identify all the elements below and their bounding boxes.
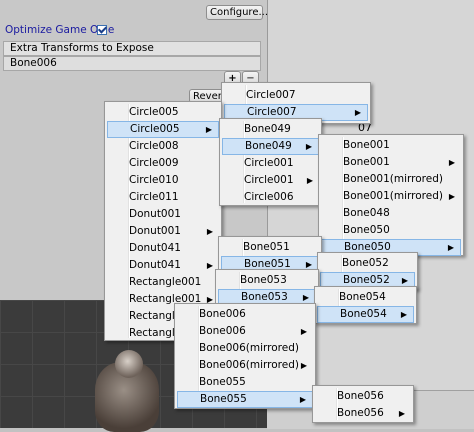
menu-item-bone006-mirrored-sub[interactable]: Bone006(mirrored) ▶ [177, 357, 313, 374]
context-menu-10: Bone056 Bone056 ▶ [312, 385, 414, 423]
optimize-checkbox[interactable] [97, 25, 107, 35]
character-head [115, 350, 143, 378]
submenu-arrow-icon: ▶ [300, 361, 307, 370]
menu-item-donut041[interactable]: Donut041 [107, 240, 219, 257]
menu-item-donut041-sub[interactable]: Donut041 ▶ [107, 257, 219, 274]
menu-item-bone055[interactable]: Bone055 [177, 374, 313, 391]
submenu-arrow-icon: ▶ [306, 176, 313, 185]
menu-item-bone001-sub[interactable]: Bone001 ▶ [321, 154, 461, 171]
context-menu-8: Bone054 Bone054 ▶ [314, 286, 417, 324]
menu-item-bone054-sub[interactable]: Bone054 ▶ [317, 306, 414, 323]
menu-item-circle005[interactable]: Circle005 [107, 104, 219, 121]
menu-item-bone006[interactable]: Bone006 [177, 306, 313, 323]
menu-item-bone053[interactable]: Bone053 [218, 272, 316, 289]
menu-item-circle001-sub[interactable]: Circle001 ▶ [222, 172, 319, 189]
context-menu-3: Bone049 Bone049 ▶ Circle001 Circle001 ▶ Ci… [219, 118, 322, 206]
menu-item-circle009[interactable]: Circle009 [107, 155, 219, 172]
menu-item-bone051[interactable]: Bone051 [221, 239, 319, 256]
menu-item-bone056-sub[interactable]: Bone056 ▶ [315, 405, 411, 422]
menu-item-bone052[interactable]: Bone052 [320, 255, 415, 272]
menu-item-circle006[interactable]: Circle006 [222, 189, 319, 206]
menu-item-circle008[interactable]: Circle008 [107, 138, 219, 155]
extra-transforms-item[interactable]: Bone006 [3, 56, 261, 71]
menu-item-bone054[interactable]: Bone054 [317, 289, 414, 306]
menu-item-circle011[interactable]: Circle011 [107, 189, 219, 206]
submenu-arrow-icon: ▶ [305, 142, 312, 151]
menu-item-bone001-mirrored-sub[interactable]: Bone001(mirrored) ▶ [321, 188, 461, 205]
context-menu-7: Bone053 Bone053 ▶ [215, 269, 319, 307]
submenu-arrow-icon: ▶ [448, 158, 455, 167]
menu-item-bone001[interactable]: Bone001 [321, 137, 461, 154]
submenu-arrow-icon: ▶ [206, 261, 213, 270]
menu-item-bone049[interactable]: Bone049 [222, 121, 319, 138]
context-menu-6: Bone052 Bone052 ▶ [317, 252, 418, 290]
menu-item-bone048[interactable]: Bone048 [321, 205, 461, 222]
submenu-arrow-icon: ▶ [206, 227, 213, 236]
configure-button[interactable]: Configure... [206, 5, 268, 20]
menu-item-bone001-mirrored[interactable]: Bone001(mirrored) [321, 171, 461, 188]
menu-item-bone050[interactable]: Bone050 [321, 222, 461, 239]
menu-item-bone049-sub[interactable]: Bone049 ▶ [222, 138, 319, 155]
menu-item-bone055-sub[interactable]: Bone055 ▶ [177, 391, 313, 408]
submenu-arrow-icon: ▶ [299, 395, 306, 404]
context-menu-4: Bone001 Bone001 ▶ Bone001(mirrored) Bone0… [318, 134, 464, 256]
submenu-arrow-icon: ▶ [300, 327, 307, 336]
menu-item-bone056[interactable]: Bone056 [315, 388, 411, 405]
submenu-arrow-icon: ▶ [448, 192, 455, 201]
menu-item-circle005-sub[interactable]: Circle005 ▶ [107, 121, 219, 138]
menu-item-donut001[interactable]: Donut001 [107, 206, 219, 223]
extra-transforms-header: Extra Transforms to Expose [3, 41, 261, 56]
menu-item-bone006-sub[interactable]: Bone006 ▶ [177, 323, 313, 340]
submenu-arrow-icon: ▶ [398, 409, 405, 418]
submenu-arrow-icon: ▶ [447, 243, 454, 252]
menu-item-rectangle001[interactable]: Rectangle001 [107, 274, 219, 291]
menu-item-circle010[interactable]: Circle010 [107, 172, 219, 189]
menu-item-circle007[interactable]: Circle007 [224, 87, 368, 104]
menu-item-circle001[interactable]: Circle001 [222, 155, 319, 172]
submenu-arrow-icon: ▶ [205, 125, 212, 134]
context-menu-9: Bone006 Bone006 ▶ Bone006(mirrored) Bone0… [174, 303, 316, 409]
menu-item-donut001-sub[interactable]: Donut001 ▶ [107, 223, 219, 240]
submenu-arrow-icon: ▶ [354, 108, 361, 117]
submenu-arrow-icon: ▶ [400, 310, 407, 319]
menu-item-bone006-mirrored[interactable]: Bone006(mirrored) [177, 340, 313, 357]
